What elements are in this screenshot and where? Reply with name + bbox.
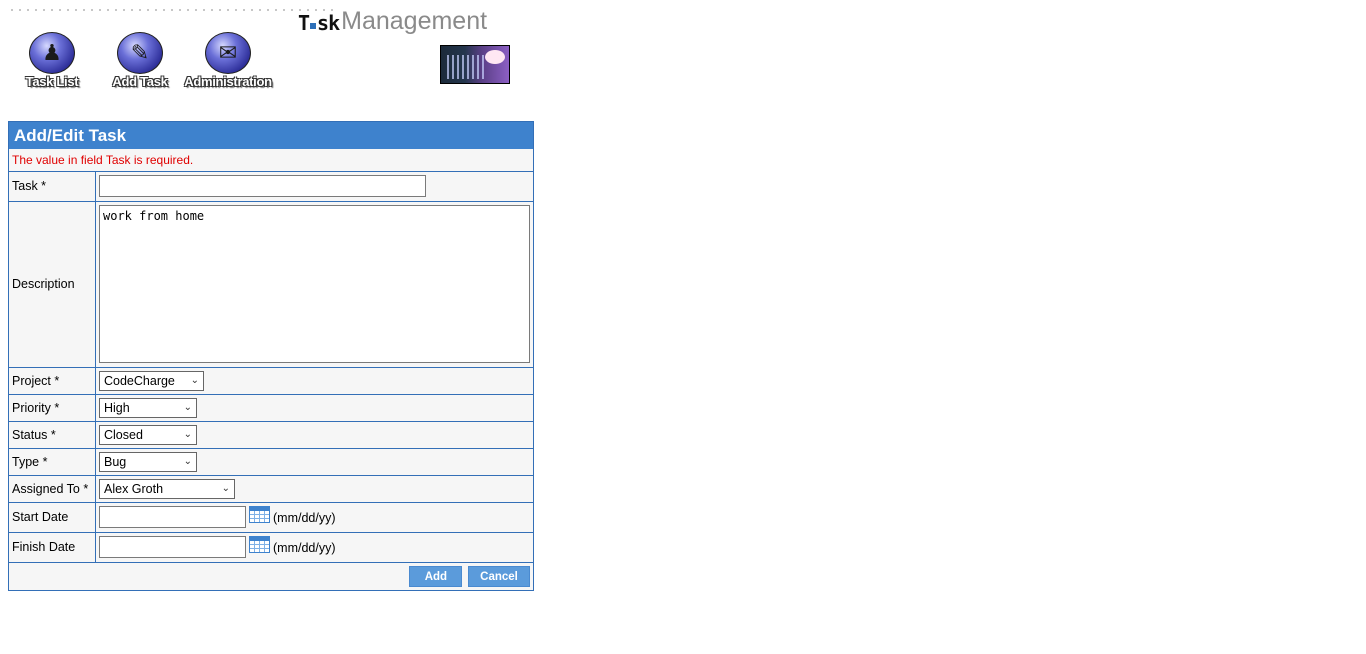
description-textarea[interactable]: work from home xyxy=(99,205,530,363)
status-select-value: Closed xyxy=(104,427,143,442)
start-date-label: Start Date xyxy=(9,502,96,533)
priority-select-value: High xyxy=(104,400,130,415)
nav-add-task[interactable]: ✎ Add Task xyxy=(96,30,184,92)
nav-administration-label: Administration xyxy=(184,74,272,89)
form-fields-table: Task * Description work from home Projec… xyxy=(9,172,533,563)
task-input[interactable] xyxy=(99,175,426,198)
nav-add-task-label: Add Task xyxy=(112,74,168,89)
main-nav: ♟ Task List ✎ Add Task ✉ Administration xyxy=(8,30,272,92)
nav-task-list-label: Task List xyxy=(25,74,79,89)
project-select[interactable]: CodeCharge ⌄ xyxy=(99,370,204,391)
project-label: Project * xyxy=(9,367,96,395)
type-select-value: Bug xyxy=(104,454,127,469)
chevron-down-icon: ⌄ xyxy=(183,402,192,413)
nav-task-list[interactable]: ♟ Task List xyxy=(8,30,96,92)
chevron-down-icon: ⌄ xyxy=(190,375,199,386)
error-message: The value in field Task is required. xyxy=(9,149,533,172)
chevron-down-icon: ⌄ xyxy=(221,483,230,494)
type-select[interactable]: Bug ⌄ xyxy=(99,451,197,472)
task-label: Task * xyxy=(9,172,96,202)
type-label: Type * xyxy=(9,448,96,476)
description-label: Description xyxy=(9,201,96,368)
task-management-logo: Tsk Management xyxy=(298,6,487,34)
nav-administration[interactable]: ✉ Administration xyxy=(184,30,272,92)
assigned-to-select-value: Alex Groth xyxy=(104,481,164,496)
form-buttons: Add Cancel xyxy=(9,563,533,590)
status-select[interactable]: Closed ⌄ xyxy=(99,424,197,445)
start-date-format: (mm/dd/yy) xyxy=(273,511,336,526)
finish-date-label: Finish Date xyxy=(9,532,96,563)
finish-date-input[interactable] xyxy=(99,536,246,558)
form-title: Add/Edit Task xyxy=(9,122,533,149)
add-button[interactable]: Add xyxy=(409,565,463,587)
logo-task-text: Tsk xyxy=(298,11,340,35)
cancel-button[interactable]: Cancel xyxy=(468,565,530,587)
priority-select[interactable]: High ⌄ xyxy=(99,397,197,418)
chevron-down-icon: ⌄ xyxy=(183,456,192,467)
assigned-to-select[interactable]: Alex Groth ⌄ xyxy=(99,478,235,499)
start-date-input[interactable] xyxy=(99,506,246,528)
logo-management-text: Management xyxy=(341,7,488,35)
project-select-value: CodeCharge xyxy=(104,373,175,388)
priority-label: Priority * xyxy=(9,394,96,422)
add-edit-task-form: Add/Edit Task The value in field Task is… xyxy=(8,121,534,591)
chevron-down-icon: ⌄ xyxy=(183,429,192,440)
calendar-icon[interactable] xyxy=(249,506,270,523)
dotted-divider xyxy=(8,9,338,11)
decorative-thumbnail-image xyxy=(440,45,510,84)
finish-date-format: (mm/dd/yy) xyxy=(273,541,336,556)
status-label: Status * xyxy=(9,421,96,449)
assigned-to-label: Assigned To * xyxy=(9,475,96,503)
calendar-icon[interactable] xyxy=(249,536,270,553)
